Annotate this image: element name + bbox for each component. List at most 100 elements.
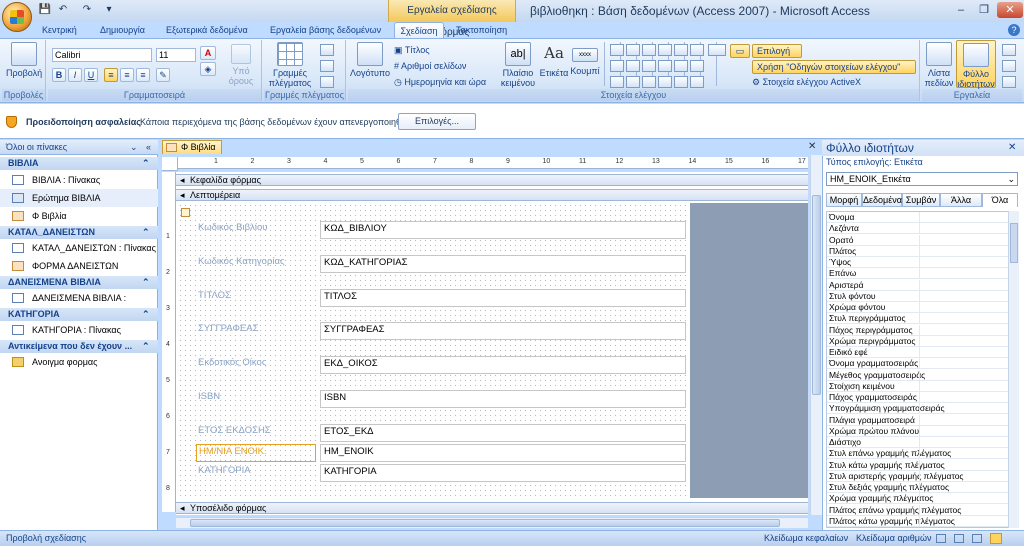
more-controls-icon[interactable] bbox=[690, 76, 704, 88]
gridlines-button[interactable]: Γραμμές πλέγματος bbox=[266, 42, 314, 88]
chevron-up-icon[interactable]: ⌃ bbox=[142, 308, 150, 321]
nav-item-macro[interactable]: Ανοιγμα φορμας bbox=[0, 353, 158, 371]
option-button-icon[interactable] bbox=[626, 76, 640, 88]
format-painter-icon[interactable]: ✎ bbox=[156, 68, 170, 82]
field-textbox[interactable]: ΚΩΔ_ΚΑΤΗΓΟΡΙΑΣ bbox=[320, 255, 686, 273]
layout-view-icon[interactable] bbox=[954, 534, 964, 543]
chart-icon[interactable] bbox=[674, 44, 688, 56]
nav-item-table[interactable]: ΚΑΤΑΛ_ΔΑΝΕΙΣΤΩΝ : Πίνακας bbox=[0, 239, 158, 257]
image-icon[interactable] bbox=[690, 44, 704, 56]
office-button[interactable] bbox=[2, 2, 32, 32]
property-value[interactable] bbox=[919, 504, 1009, 516]
chevron-up-icon[interactable]: ⌃ bbox=[142, 340, 150, 353]
line-tool-icon[interactable] bbox=[626, 44, 640, 56]
design-view-icon[interactable] bbox=[990, 533, 1002, 544]
nav-item-form[interactable]: Φ Βιβλία bbox=[0, 207, 158, 225]
property-value[interactable] bbox=[919, 268, 1009, 280]
property-value[interactable] bbox=[919, 257, 1009, 268]
property-row[interactable]: Χρώμα πρώτου πλάνου bbox=[827, 425, 1009, 437]
property-row[interactable]: Ειδικό εφέ bbox=[827, 347, 1009, 358]
line-style-icon[interactable] bbox=[320, 60, 334, 72]
field-label[interactable]: ΣΥΓΓΡΑΦΕΑΣ bbox=[196, 322, 316, 340]
property-value[interactable] bbox=[919, 324, 1009, 336]
align-right-icon[interactable]: ≡ bbox=[136, 68, 150, 82]
property-value[interactable] bbox=[919, 470, 1009, 482]
nav-dropdown-icon[interactable]: ⌄ bbox=[130, 140, 138, 155]
font-color-icon[interactable]: A bbox=[200, 46, 216, 60]
prop-tab-format[interactable]: Μορφή bbox=[826, 193, 862, 207]
property-value[interactable] bbox=[919, 358, 1009, 370]
property-row[interactable]: Διάστιχο bbox=[827, 437, 1009, 448]
close-icon[interactable]: ✕ bbox=[997, 2, 1023, 18]
property-row[interactable]: Αριστερά bbox=[827, 279, 1009, 291]
conditional-formatting-button[interactable]: Υπό όρους bbox=[224, 44, 258, 86]
logo-button[interactable]: Λογότυπο bbox=[350, 42, 390, 78]
field-label[interactable]: Κωδικός Κατηγορίας bbox=[196, 255, 316, 273]
field-label[interactable]: ΕΤΟΣ ΕΚΔΟΣΗΣ bbox=[196, 424, 316, 442]
font-size-select[interactable]: 11 bbox=[156, 48, 196, 62]
page-break-icon[interactable] bbox=[642, 76, 656, 88]
redo-icon[interactable]: ↷ bbox=[80, 3, 94, 17]
property-value[interactable] bbox=[919, 403, 1009, 415]
property-row[interactable]: Στυλ περιγράμματος bbox=[827, 313, 1009, 325]
property-row[interactable]: Όνομα γραμματοσειράς bbox=[827, 358, 1009, 370]
control-wizards-button[interactable]: Χρήση "Οδηγών στοιχείων ελέγχου" bbox=[752, 60, 916, 74]
nav-item-table[interactable]: ΒΙΒΛΙΑ : Πίνακας bbox=[0, 171, 158, 189]
field-label[interactable]: Εκδοτικός Οίκος bbox=[196, 356, 316, 374]
property-value[interactable] bbox=[919, 313, 1009, 325]
underline-icon[interactable]: U bbox=[84, 68, 98, 82]
nav-group-katigoria[interactable]: ΚΑΤΗΓΟΡΙΑ ⌃ bbox=[0, 308, 158, 321]
undo-icon[interactable]: ↶ bbox=[56, 3, 70, 17]
align-center-icon[interactable]: ≡ bbox=[120, 68, 134, 82]
detail-bar[interactable]: ◂ Λεπτομέρεια bbox=[176, 189, 808, 201]
tab-design[interactable]: Σχεδίαση bbox=[394, 22, 444, 38]
property-row[interactable]: Πλάτος επάνω γραμμής πλέγματος bbox=[827, 504, 1009, 516]
field-textbox[interactable]: ΕΚΔ_ΟΙΚΟΣ bbox=[320, 356, 686, 374]
field-textbox[interactable]: ΕΤΟΣ_ΕΚΔ bbox=[320, 424, 686, 442]
selection-dropdown[interactable]: ΗΜ_ΕΝΟΙΚ_Ετικέτα ⌄ bbox=[826, 172, 1018, 186]
hyperlink-icon[interactable] bbox=[642, 44, 656, 56]
property-value[interactable] bbox=[919, 493, 1009, 505]
property-row[interactable]: Στυλ δεξιάς γραμμής πλέγματος bbox=[827, 482, 1009, 493]
property-sheet-button[interactable]: Φύλλο ιδιοτήτων bbox=[956, 40, 996, 89]
property-row[interactable]: Πάχος γραμματοσειράς bbox=[827, 392, 1009, 403]
tab-create[interactable]: Δημιουργία bbox=[96, 22, 149, 38]
property-value[interactable] bbox=[919, 302, 1009, 313]
property-value[interactable] bbox=[919, 437, 1009, 448]
nav-group-katal[interactable]: ΚΑΤΑΛ_ΔΑΝΕΙΣΤΩΝ ⌃ bbox=[0, 226, 158, 239]
property-row[interactable]: Χρώμα γραμμής πλέγματος bbox=[827, 493, 1009, 505]
property-value[interactable] bbox=[919, 482, 1009, 493]
property-value[interactable] bbox=[919, 392, 1009, 403]
tab-order-icon[interactable] bbox=[1002, 60, 1016, 72]
property-row[interactable]: Πλάτος bbox=[827, 245, 1009, 257]
label-button[interactable]: Aa Ετικέτα bbox=[538, 42, 570, 78]
vertical-scrollbar[interactable] bbox=[810, 155, 822, 515]
property-value[interactable] bbox=[919, 515, 1009, 527]
nav-group-vivlia[interactable]: ΒΙΒΛΙΑ ⌃ bbox=[0, 157, 158, 170]
prop-tab-all[interactable]: Όλα bbox=[982, 193, 1018, 207]
combobox-icon[interactable] bbox=[674, 60, 688, 72]
help-icon[interactable]: ? bbox=[1008, 24, 1020, 36]
field-textbox[interactable]: ΚΩΔ_ΒΙΒΛΙΟΥ bbox=[320, 221, 686, 239]
bound-frame-icon[interactable] bbox=[690, 60, 704, 72]
property-row[interactable]: Υπογράμμιση γραμματοσειράς bbox=[827, 403, 1009, 415]
document-close-icon[interactable]: ✕ bbox=[808, 141, 816, 152]
property-scrollbar[interactable] bbox=[1008, 211, 1019, 528]
rectangle-icon[interactable] bbox=[610, 60, 624, 72]
property-value[interactable] bbox=[919, 369, 1009, 381]
property-value[interactable] bbox=[919, 212, 1009, 223]
property-row[interactable]: Στυλ αριστερής γραμμής πλέγματος bbox=[827, 470, 1009, 482]
form-view-icon[interactable] bbox=[936, 534, 946, 543]
line-width-icon[interactable] bbox=[320, 44, 334, 56]
field-label[interactable]: ΤΙΤΛΟΣ bbox=[196, 289, 316, 307]
form-selector[interactable] bbox=[162, 157, 178, 171]
property-row[interactable]: Πλάτος κάτω γραμμής πλέγματος bbox=[827, 515, 1009, 527]
hscroll-thumb[interactable] bbox=[190, 519, 780, 527]
field-textbox[interactable]: ΣΥΓΓΡΑΦΕΑΣ bbox=[320, 322, 686, 340]
property-value[interactable] bbox=[919, 245, 1009, 257]
nav-item-table[interactable]: ΚΑΤΗΓΟΡΙΑ : Πίνακας bbox=[0, 321, 158, 339]
form-header-bar[interactable]: ◂ Κεφαλίδα φόρμας bbox=[176, 174, 808, 186]
property-row[interactable]: Λεζάντα bbox=[827, 223, 1009, 235]
chevron-down-icon[interactable]: ⌄ bbox=[1007, 173, 1015, 185]
property-row[interactable]: Στυλ επάνω γραμμής πλέγματος bbox=[827, 448, 1009, 460]
